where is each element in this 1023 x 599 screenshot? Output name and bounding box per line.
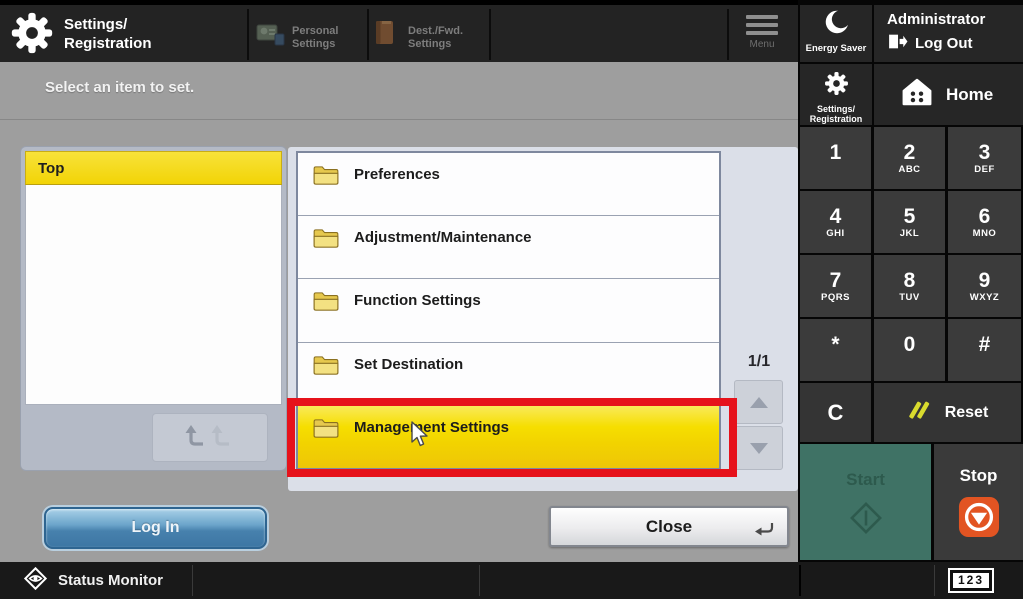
folder-item-function-settings[interactable]: Function Settings — [298, 279, 719, 342]
reset-slashes-icon — [907, 399, 933, 426]
home-icon — [902, 78, 932, 111]
folder-icon — [312, 417, 340, 445]
status-monitor-label: Status Monitor — [58, 572, 163, 589]
menu-button[interactable]: Menu — [738, 15, 786, 63]
moon-icon — [823, 22, 849, 39]
statusbar-divider — [479, 565, 480, 596]
reset-label: Reset — [945, 404, 989, 422]
personal-settings-button[interactable]: Personal Settings — [256, 19, 366, 59]
hamburger-menu-icon — [738, 15, 786, 35]
folder-icon — [312, 227, 340, 255]
folder-icon — [312, 354, 340, 382]
home-button[interactable]: Home — [874, 64, 1023, 125]
folder-label: Function Settings — [354, 290, 481, 309]
energy-saver-label: Energy Saver — [800, 43, 872, 54]
keypad-key-2[interactable]: 2ABC — [874, 127, 945, 189]
log-out-button[interactable]: Log Out — [887, 33, 1023, 54]
counter-check-label: 123 — [952, 572, 990, 589]
folder-icon — [312, 164, 340, 192]
folder-item-adjustment-maintenance[interactable]: Adjustment/Maintenance — [298, 216, 719, 279]
settings-registration-tab[interactable]: Settings/ Registration — [800, 64, 872, 125]
log-out-label: Log Out — [915, 35, 972, 52]
settings-registration-tab-label: Settings/ Registration — [800, 104, 872, 124]
keypad-key-9[interactable]: 9WXYZ — [948, 255, 1021, 317]
folder-label: Preferences — [354, 164, 440, 183]
start-key[interactable]: Start — [800, 444, 931, 560]
topbar-divider — [727, 9, 729, 60]
page-indicator: 1/1 — [734, 353, 784, 371]
start-diamond-icon — [842, 529, 890, 546]
folder-item-set-destination[interactable]: Set Destination — [298, 343, 719, 406]
gear-icon — [824, 83, 849, 100]
close-label: Close — [646, 517, 692, 537]
reset-key[interactable]: Reset — [874, 383, 1021, 442]
tree-root-item[interactable]: Top — [25, 151, 282, 185]
up-one-level-button[interactable] — [152, 413, 268, 462]
topbar-divider — [247, 9, 249, 60]
home-label: Home — [946, 85, 993, 105]
up-level-icon — [183, 423, 237, 452]
log-out-icon — [887, 33, 908, 54]
folder-label: Management Settings — [354, 417, 509, 436]
triangle-up-icon — [750, 397, 768, 408]
close-button[interactable]: Close — [549, 506, 789, 547]
counter-check-button[interactable]: 123 — [948, 568, 994, 593]
keypad-key-1[interactable]: 1 — [800, 127, 871, 189]
stop-icon — [958, 525, 1000, 542]
start-label: Start — [800, 470, 931, 490]
keypad-key-hash[interactable]: # — [948, 319, 1021, 381]
user-name: Administrator — [887, 11, 1023, 28]
settings-tree-panel: Top — [20, 146, 287, 471]
menu-label: Menu — [738, 39, 786, 50]
settings-registration-screen: Settings/ Registration Personal Settings — [0, 0, 1023, 599]
keypad-key-star[interactable]: * — [800, 319, 871, 381]
return-arrow-icon — [753, 521, 775, 538]
folder-label: Adjustment/Maintenance — [354, 227, 532, 246]
status-bar: Status Monitor 123 — [0, 562, 1023, 599]
keypad-key-5[interactable]: 5JKL — [874, 191, 945, 253]
keypad-key-8[interactable]: 8TUV — [874, 255, 945, 317]
dest-fwd-settings-button[interactable]: Dest./Fwd. Settings — [374, 17, 484, 59]
folder-icon — [312, 290, 340, 318]
page-up-button[interactable] — [734, 380, 783, 424]
triangle-down-icon — [750, 443, 768, 454]
hard-key-panel: Energy Saver Administrator Log Out — [798, 0, 1023, 599]
personal-settings-label: Personal Settings — [292, 25, 338, 51]
keypad-key-3[interactable]: 3DEF — [948, 127, 1021, 189]
statusbar-divider — [799, 565, 801, 596]
folder-item-preferences[interactable]: Preferences — [298, 153, 719, 216]
stop-label: Stop — [934, 466, 1023, 486]
log-in-button[interactable]: Log In — [44, 507, 267, 549]
settings-list-panel: Preferences Adjustment/Maintenance — [288, 147, 798, 491]
folder-item-management-settings[interactable]: Management Settings — [298, 406, 719, 468]
settings-folder-list: Preferences Adjustment/Maintenance — [296, 151, 721, 470]
personal-settings-icon — [256, 21, 286, 52]
stop-key[interactable]: Stop — [934, 444, 1023, 560]
instruction-text: Select an item to set. — [45, 79, 194, 96]
energy-saver-button[interactable]: Energy Saver — [800, 5, 872, 62]
keypad-key-6[interactable]: 6MNO — [948, 191, 1021, 253]
topbar-divider — [489, 9, 491, 60]
status-monitor-icon — [22, 565, 49, 596]
address-book-icon — [374, 19, 396, 51]
clear-key[interactable]: C — [800, 383, 871, 442]
dest-fwd-settings-label: Dest./Fwd. Settings — [408, 25, 463, 51]
keypad-key-7[interactable]: 7PQRS — [800, 255, 871, 317]
folder-label: Set Destination — [354, 354, 463, 373]
log-in-label: Log In — [132, 519, 180, 537]
page-down-button[interactable] — [734, 426, 783, 470]
settings-gear-icon — [10, 11, 54, 60]
statusbar-divider — [192, 565, 193, 596]
keypad-key-4[interactable]: 4GHI — [800, 191, 871, 253]
keypad-key-0[interactable]: 0 — [874, 319, 945, 381]
page-title: Settings/ Registration — [64, 15, 152, 53]
status-monitor-button[interactable]: Status Monitor — [0, 562, 163, 599]
statusbar-divider — [934, 565, 935, 596]
tree-body — [25, 185, 282, 405]
divider — [0, 119, 798, 120]
logged-in-user-cell[interactable]: Administrator Log Out — [874, 5, 1023, 62]
topbar-divider — [367, 9, 369, 60]
